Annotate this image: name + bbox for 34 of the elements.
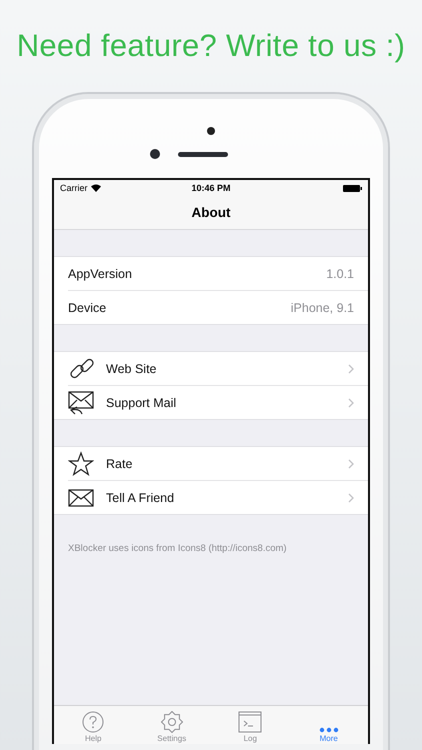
row-value: 1.0.1 [326, 266, 354, 280]
row-label: Web Site [106, 362, 158, 376]
menu-row[interactable]: Support Mail [68, 386, 368, 419]
nav-title: About [54, 196, 368, 230]
sensor-icon [150, 149, 160, 159]
terminal-icon [238, 711, 262, 733]
tab[interactable]: More [290, 706, 368, 744]
clock-time: 10:46 PM [191, 183, 231, 193]
camera-icon [207, 127, 215, 135]
help-icon [82, 711, 104, 733]
menu-row[interactable]: Rate [68, 447, 368, 481]
row-label: Device [68, 300, 108, 314]
menu-row[interactable]: Web Site [68, 352, 368, 386]
more-icon [318, 727, 339, 733]
star-icon [68, 450, 94, 476]
row-value: iPhone, 9.1 [290, 300, 354, 314]
chevron-icon [348, 398, 354, 408]
menu-row[interactable]: Tell A Friend [68, 481, 368, 514]
battery-icon [343, 184, 362, 192]
chevron-icon [348, 458, 354, 468]
row-label: AppVersion [68, 266, 133, 280]
chevron-icon [348, 364, 354, 374]
row-label: Support Mail [106, 396, 178, 410]
envelope-reply-icon [68, 390, 94, 416]
chevron-icon [348, 492, 354, 502]
footer-note: XBlocker uses icons from Icons8 (http://icons8.com) [67, 542, 288, 554]
row-label: Rate [106, 456, 134, 470]
wifi-icon [90, 184, 101, 192]
headline: Need feature? Write to us :) [16, 28, 406, 65]
carrier-label: Carrier [60, 183, 88, 193]
settings-icon [160, 711, 183, 733]
row-label: Tell A Friend [106, 490, 176, 504]
envelope-icon [68, 488, 94, 508]
speaker-icon [178, 152, 228, 156]
